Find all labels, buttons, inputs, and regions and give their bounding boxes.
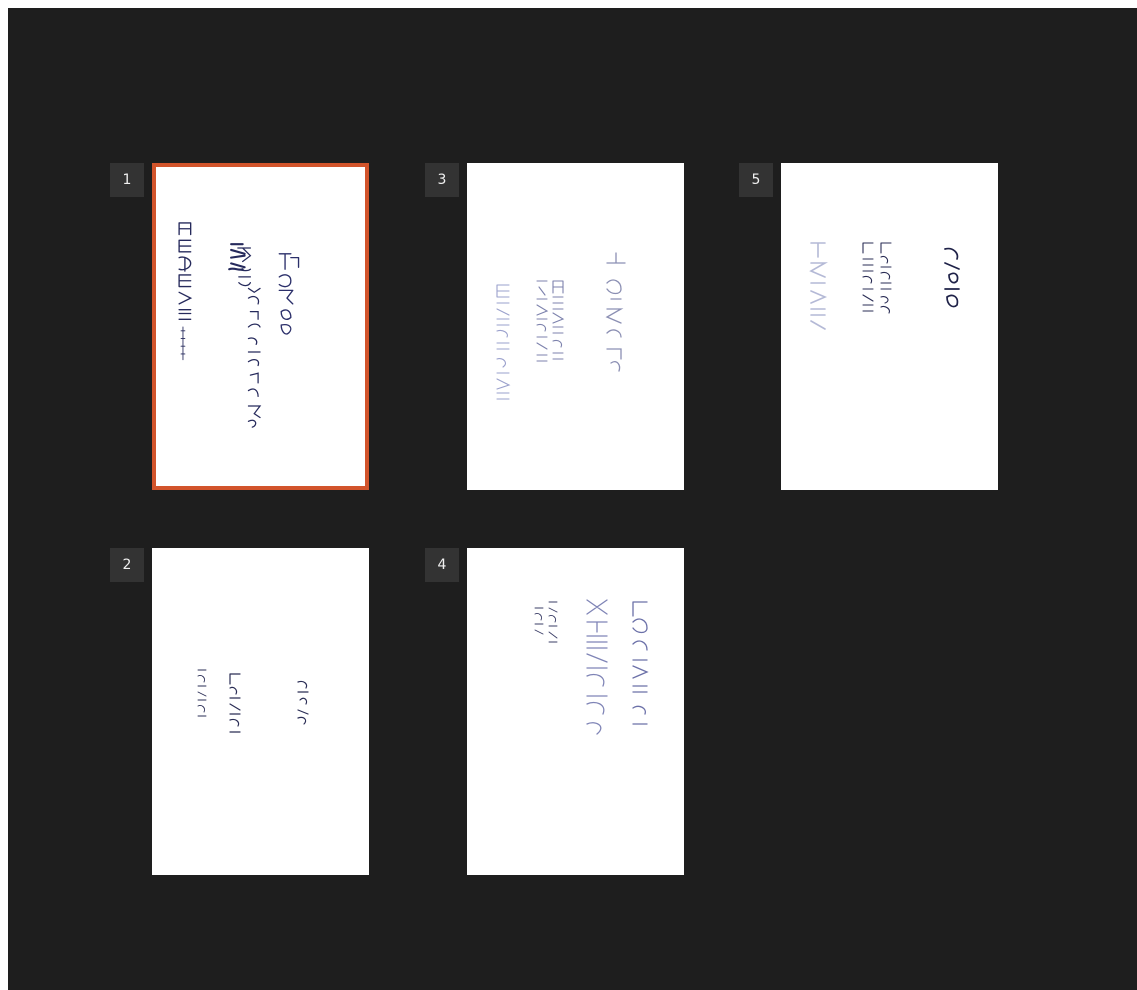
handwritten-scan-image: [809, 242, 960, 330]
page-number-badge: 2: [110, 548, 144, 582]
page-number-badge: 3: [425, 163, 459, 197]
page-number-badge: 5: [739, 163, 773, 197]
page-number-badge: 4: [425, 548, 459, 582]
page-thumbnail-3[interactable]: [467, 163, 684, 490]
page-number-badge: 1: [110, 163, 144, 197]
page-thumbnail-grid: 1 3 5 2 4: [8, 8, 1137, 990]
page-thumbnail-1[interactable]: [152, 163, 369, 490]
page-thumbnail-2[interactable]: [152, 548, 369, 875]
handwritten-scan-image: [178, 222, 300, 428]
page-thumbnail-4[interactable]: [467, 548, 684, 875]
handwritten-scan-image: [197, 669, 309, 733]
page-thumbnail-5[interactable]: [781, 163, 998, 490]
handwritten-scan-image: [534, 599, 649, 735]
handwritten-scan-image: [496, 252, 626, 400]
